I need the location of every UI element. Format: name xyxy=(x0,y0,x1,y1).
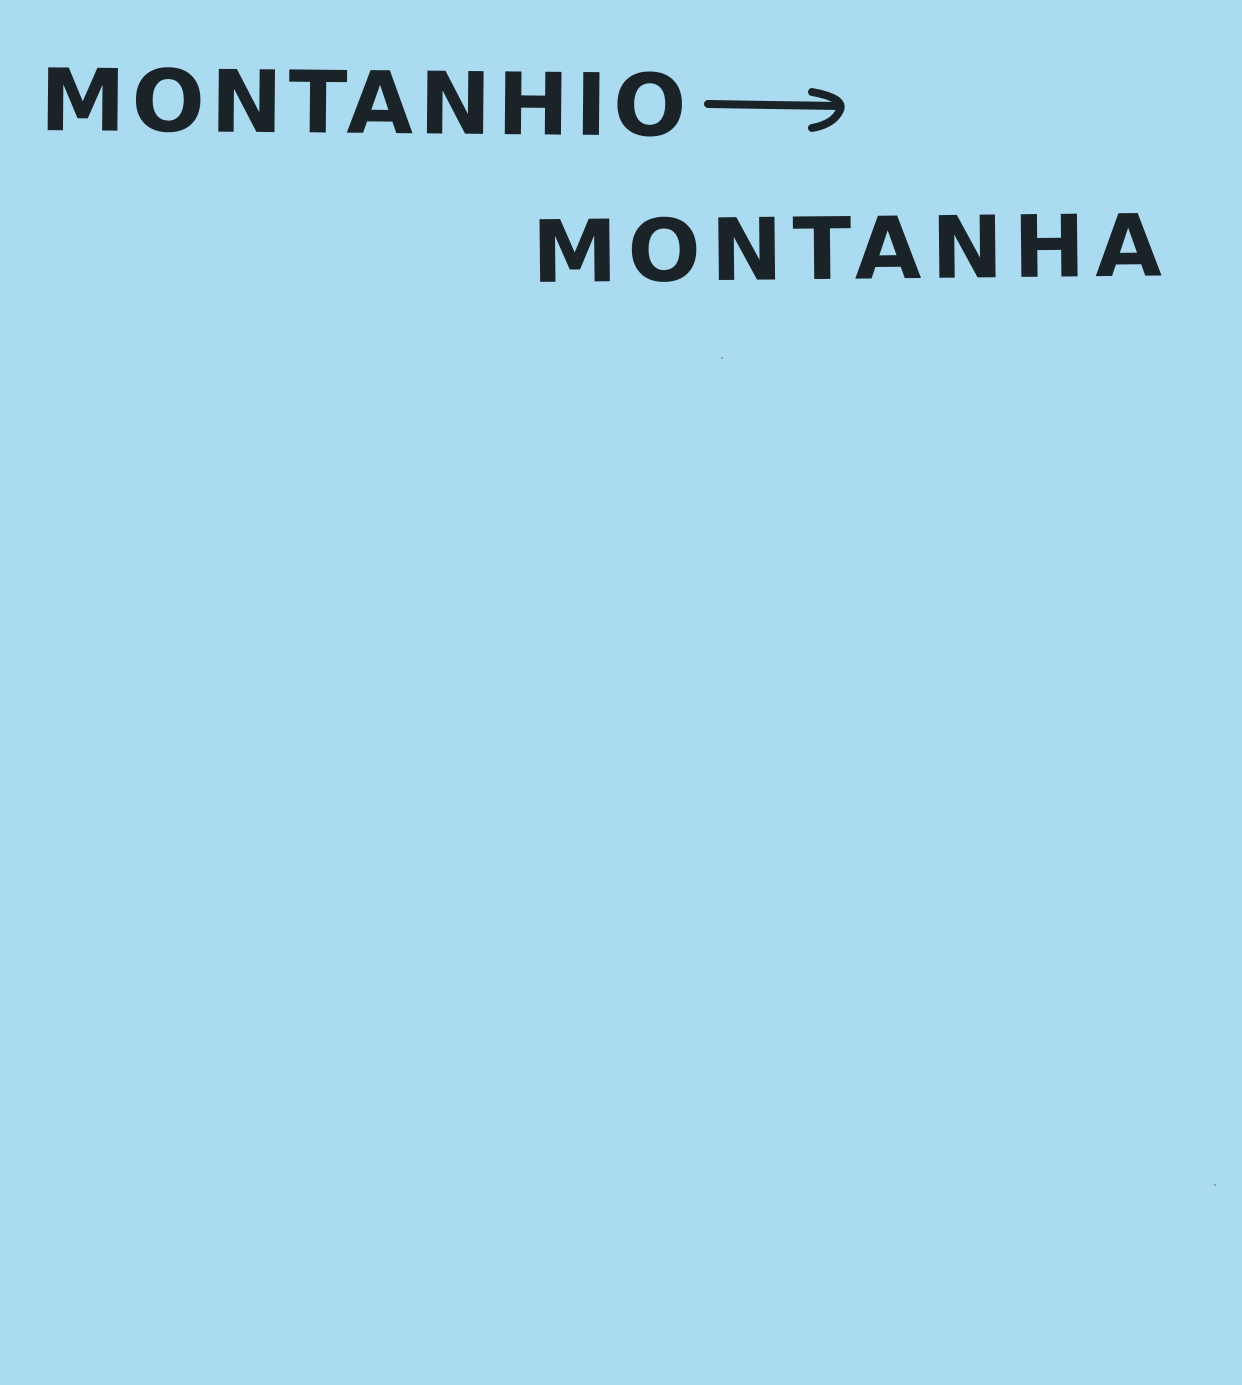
handwritten-word-montanhio: MONTANHIO xyxy=(39,51,693,157)
sticky-note: MONTANHIO MONTANHA xyxy=(0,0,1242,1385)
handwritten-word-montanha: MONTANHA xyxy=(531,196,1173,303)
paper-speck xyxy=(721,357,723,359)
right-arrow-icon xyxy=(704,88,845,132)
paper-speck xyxy=(1214,1184,1216,1186)
